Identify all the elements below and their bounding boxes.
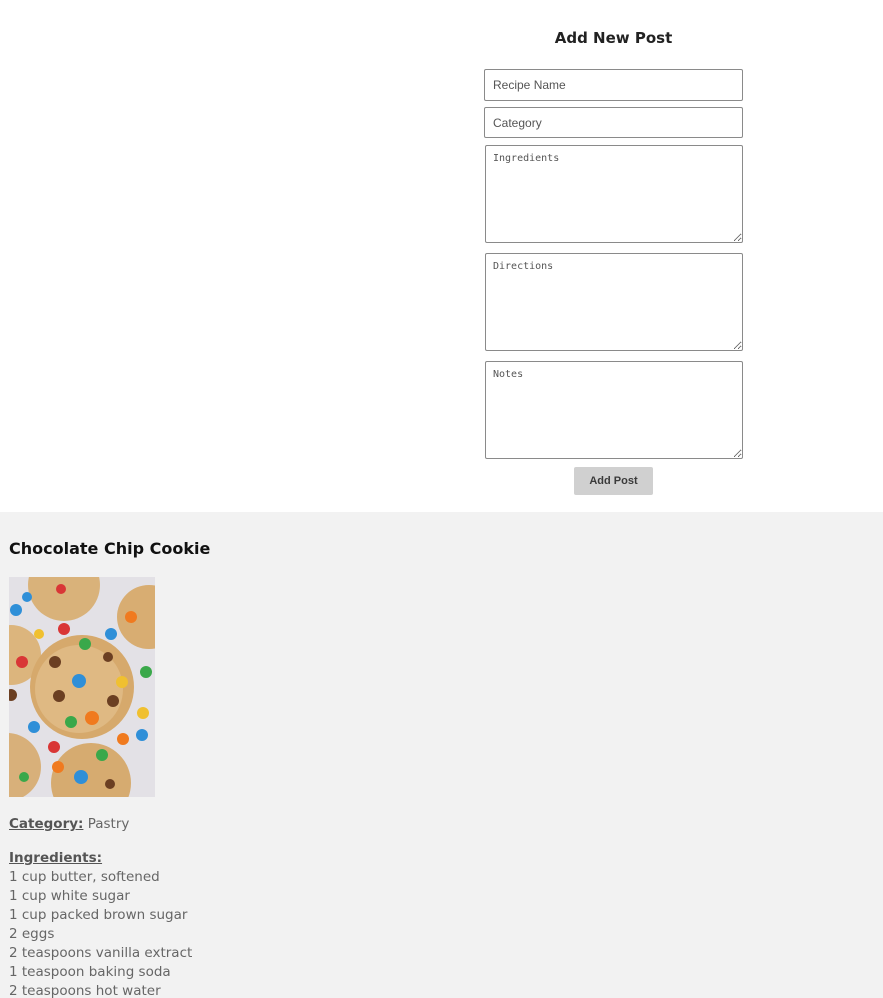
recipe-name-input[interactable] <box>484 69 743 101</box>
ingredient-item: 1 cup packed brown sugar <box>9 907 188 923</box>
ingredient-item: 1 cup white sugar <box>9 888 130 904</box>
ingredient-item: 2 eggs <box>9 926 55 942</box>
cookie-photo <box>9 577 155 797</box>
ingredients-textarea[interactable] <box>485 145 743 243</box>
category-input[interactable] <box>484 107 743 138</box>
post-body: Category: Pastry Ingredients: 1 cup butt… <box>9 815 192 998</box>
ingredient-item: 1 teaspoon baking soda <box>9 964 171 980</box>
ingredient-item: 2 teaspoons vanilla extract <box>9 945 193 961</box>
ingredient-item: 1 cup butter, softened <box>9 869 160 885</box>
post-category: Category: Pastry <box>9 815 192 834</box>
form-title: Add New Post <box>554 29 673 47</box>
directions-textarea[interactable] <box>485 253 743 351</box>
notes-textarea[interactable] <box>485 361 743 459</box>
ingredients-label: Ingredients: <box>9 850 103 866</box>
add-post-button[interactable]: Add Post <box>574 467 653 495</box>
post-title: Chocolate Chip Cookie <box>9 539 211 558</box>
posts-section: Chocolate Chip Cookie Category: Pastry I… <box>0 512 883 998</box>
ingredient-item: 2 teaspoons hot water <box>9 983 161 998</box>
add-post-section: Add New Post Add Post <box>0 0 883 512</box>
category-value: Pastry <box>87 816 130 832</box>
ingredients-list: 1 cup butter, softened 1 cup white sugar… <box>9 868 192 998</box>
category-label: Category: <box>9 816 84 832</box>
